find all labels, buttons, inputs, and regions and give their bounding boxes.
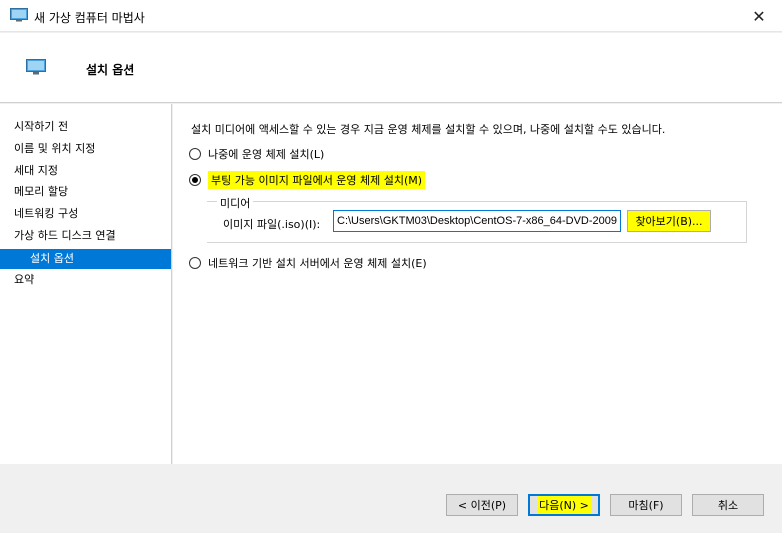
iso-path-label: 이미지 파일(.iso)(I): [223,218,321,231]
previous-button[interactable]: < 이전(P) [446,494,518,516]
install-options-panel: 설치 미디어에 액세스할 수 있는 경우 지금 운영 체제를 설치할 수 있으며… [173,104,782,464]
virtual-machine-icon [26,59,46,75]
nav-item-memory[interactable]: 메모리 할당 [0,182,171,202]
radio-button[interactable] [189,257,201,269]
radio-label: 부팅 가능 이미지 파일에서 운영 체제 설치(M) [208,171,426,189]
cancel-button[interactable]: 취소 [692,494,764,516]
radio-button[interactable] [189,174,201,186]
nav-item-install-options[interactable]: 설치 옵션 [0,249,171,269]
next-button-label: 다음(N) > [537,496,591,514]
iso-path-input[interactable] [333,210,621,232]
next-button[interactable]: 다음(N) > [528,494,600,516]
nav-item-virtual-disk[interactable]: 가상 하드 디스크 연결 [0,226,171,246]
radio-label: 네트워크 기반 설치 서버에서 운영 체제 설치(E) [208,257,427,270]
close-button[interactable]: ✕ [736,0,782,32]
page-title: 설치 옵션 [86,63,135,77]
nav-item-name-location[interactable]: 이름 및 위치 지정 [0,139,171,159]
wizard-footer: < 이전(P) 다음(N) > 마침(F) 취소 [0,464,782,533]
description-text: 설치 미디어에 액세스할 수 있는 경우 지금 운영 체제를 설치할 수 있으며… [191,123,666,136]
nav-item-networking[interactable]: 네트워킹 구성 [0,204,171,224]
media-group-label: 미디어 [217,195,254,211]
radio-install-later[interactable]: 나중에 운영 체제 설치(L) [189,145,324,163]
virtual-machine-icon [10,8,28,22]
browse-button[interactable]: 찾아보기(B)... [627,210,711,232]
close-icon: ✕ [752,6,766,26]
wizard-header: 설치 옵션 [0,33,782,103]
finish-button[interactable]: 마침(F) [610,494,682,516]
radio-button[interactable] [189,148,201,160]
window-title: 새 가상 컴퓨터 마법사 [34,11,145,25]
title-bar: 새 가상 컴퓨터 마법사 ✕ [0,0,782,32]
nav-item-generation[interactable]: 세대 지정 [0,161,171,181]
radio-install-from-network[interactable]: 네트워크 기반 설치 서버에서 운영 체제 설치(E) [189,254,427,272]
nav-item-summary[interactable]: 요약 [0,270,171,290]
radio-install-from-image[interactable]: 부팅 가능 이미지 파일에서 운영 체제 설치(M) [189,171,426,189]
wizard-step-nav: 시작하기 전 이름 및 위치 지정 세대 지정 메모리 할당 네트워킹 구성 가… [0,104,172,464]
nav-item-before-you-begin[interactable]: 시작하기 전 [0,117,171,137]
radio-label: 나중에 운영 체제 설치(L) [208,148,325,161]
